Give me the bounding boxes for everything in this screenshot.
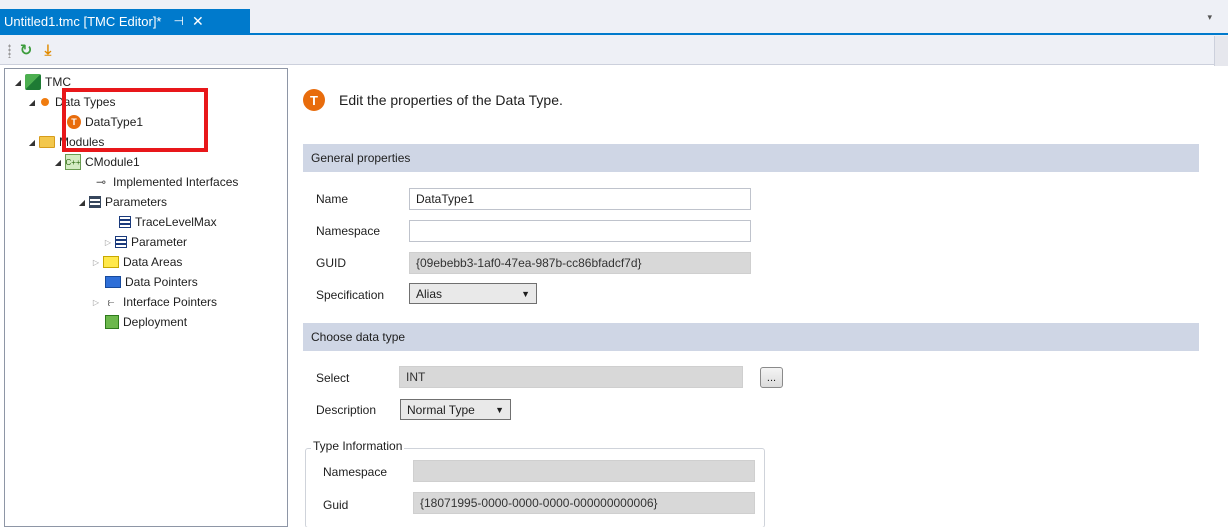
section-title: General properties	[311, 151, 411, 165]
tree-node-implemented-interfaces[interactable]: ⊸ Implemented Interfaces	[91, 173, 238, 191]
tree-node-label: Data Pointers	[125, 275, 198, 289]
tree-node-label: TraceLevelMax	[135, 215, 217, 229]
collapse-arrow-icon[interactable]: ◢	[53, 158, 63, 167]
namespace-label: Namespace	[316, 224, 381, 238]
dropdown-value: Normal Type	[407, 402, 475, 417]
tmc-icon	[25, 74, 41, 90]
type-namespace-label: Namespace	[323, 465, 388, 479]
tree-node-parameters[interactable]: ◢ Parameters	[77, 193, 167, 211]
tree-node-label: Data Areas	[123, 255, 183, 269]
specification-label: Specification	[316, 288, 385, 302]
properties-panel: T Edit the properties of the Data Type. …	[289, 68, 1213, 527]
tree-node-deployment[interactable]: Deployment	[103, 313, 187, 331]
collapse-arrow-icon[interactable]: ◢	[13, 78, 23, 87]
guid-field: {09ebebb3-1af0-47ea-987b-cc86bfadcf7d}	[409, 252, 751, 274]
section-choose-data-type: Choose data type	[303, 323, 1199, 351]
folder-icon	[39, 136, 55, 148]
expand-arrow-icon[interactable]: ▷	[91, 298, 101, 307]
tree-node-label: Parameters	[105, 195, 168, 209]
highlight-annotation-box	[62, 88, 208, 152]
tree-node-interface-pointers[interactable]: ▷ ⥼ Interface Pointers	[91, 293, 217, 311]
pin-icon[interactable]: ⊣	[174, 14, 184, 28]
document-tabstrip: Untitled1.tmc [TMC Editor]* ⊣ ✕ ▾	[0, 0, 1228, 33]
tree-node-cmodule1[interactable]: ◢ C++ CModule1	[53, 153, 140, 171]
parameter-icon	[115, 236, 127, 248]
browse-type-button[interactable]: ...	[760, 367, 783, 388]
toolbar-grip[interactable]	[8, 44, 11, 58]
select-type-field: INT	[399, 366, 743, 388]
panel-header: T Edit the properties of the Data Type.	[289, 89, 563, 111]
name-label: Name	[316, 192, 349, 206]
expand-arrow-icon[interactable]: ▷	[103, 238, 113, 247]
interface-pointer-icon: ⥼	[107, 294, 115, 309]
parameters-icon	[89, 196, 101, 208]
vertical-scrollbar[interactable]	[1214, 36, 1228, 66]
expand-arrow-icon[interactable]: ▷	[91, 258, 101, 267]
panel-header-text: Edit the properties of the Data Type.	[339, 92, 563, 108]
type-information-title: Type Information	[311, 439, 405, 453]
editor-toolbar: ↻ ⤓	[0, 35, 1228, 65]
tree-node-label: Interface Pointers	[123, 295, 218, 309]
tab-title: Untitled1.tmc [TMC Editor]*	[4, 13, 162, 29]
deployment-icon	[105, 315, 119, 329]
tree-node-data-areas[interactable]: ▷ Data Areas	[91, 253, 182, 271]
tree-node-label: Parameter	[131, 235, 188, 249]
type-guid-label: Guid	[323, 498, 349, 512]
tree-node-tracelevelmax[interactable]: TraceLevelMax	[117, 213, 217, 231]
refresh-icon[interactable]: ↻	[16, 40, 36, 60]
type-guid-field: {18071995-0000-0000-0000-000000000006}	[413, 492, 755, 514]
dropdown-arrow-icon: ▼	[495, 404, 504, 415]
parameter-icon	[119, 216, 131, 228]
tab-tmc-editor[interactable]: Untitled1.tmc [TMC Editor]* ⊣ ✕	[0, 9, 250, 33]
dropdown-value: Alias	[416, 286, 443, 301]
section-general-properties: General properties	[303, 144, 1199, 172]
type-t-icon: T	[303, 89, 325, 111]
section-title: Choose data type	[311, 330, 406, 344]
tab-overflow-icon[interactable]: ▾	[1207, 12, 1212, 23]
tree-node-label: TMC	[45, 75, 71, 89]
data-pointer-icon	[105, 276, 121, 288]
tree-node-parameter[interactable]: ▷ Parameter	[103, 233, 187, 251]
dropdown-arrow-icon: ▼	[521, 288, 530, 299]
cpp-module-icon: C++	[65, 154, 81, 170]
data-area-icon	[103, 256, 119, 268]
namespace-field[interactable]	[409, 220, 751, 242]
type-namespace-field	[413, 460, 755, 482]
specification-dropdown[interactable]: Alias ▼	[409, 283, 537, 304]
interface-icon: ⊸	[95, 175, 107, 189]
download-icon[interactable]: ⤓	[38, 40, 58, 60]
name-field[interactable]: DataType1	[409, 188, 751, 210]
tree-node-label: Deployment	[123, 315, 188, 329]
guid-label: GUID	[316, 256, 346, 270]
description-dropdown[interactable]: Normal Type ▼	[400, 399, 511, 420]
tree-node-data-pointers[interactable]: Data Pointers	[103, 273, 198, 291]
select-label: Select	[316, 371, 350, 385]
tree-node-label: CModule1	[85, 155, 140, 169]
collapse-arrow-icon[interactable]: ◢	[27, 138, 37, 147]
tree-node-label: Implemented Interfaces	[113, 175, 239, 189]
description-label: Description	[316, 403, 377, 417]
collapse-arrow-icon[interactable]: ◢	[27, 98, 37, 107]
close-icon[interactable]: ✕	[192, 13, 204, 30]
collapse-arrow-icon[interactable]: ◢	[77, 198, 87, 207]
data-types-icon	[41, 98, 49, 106]
